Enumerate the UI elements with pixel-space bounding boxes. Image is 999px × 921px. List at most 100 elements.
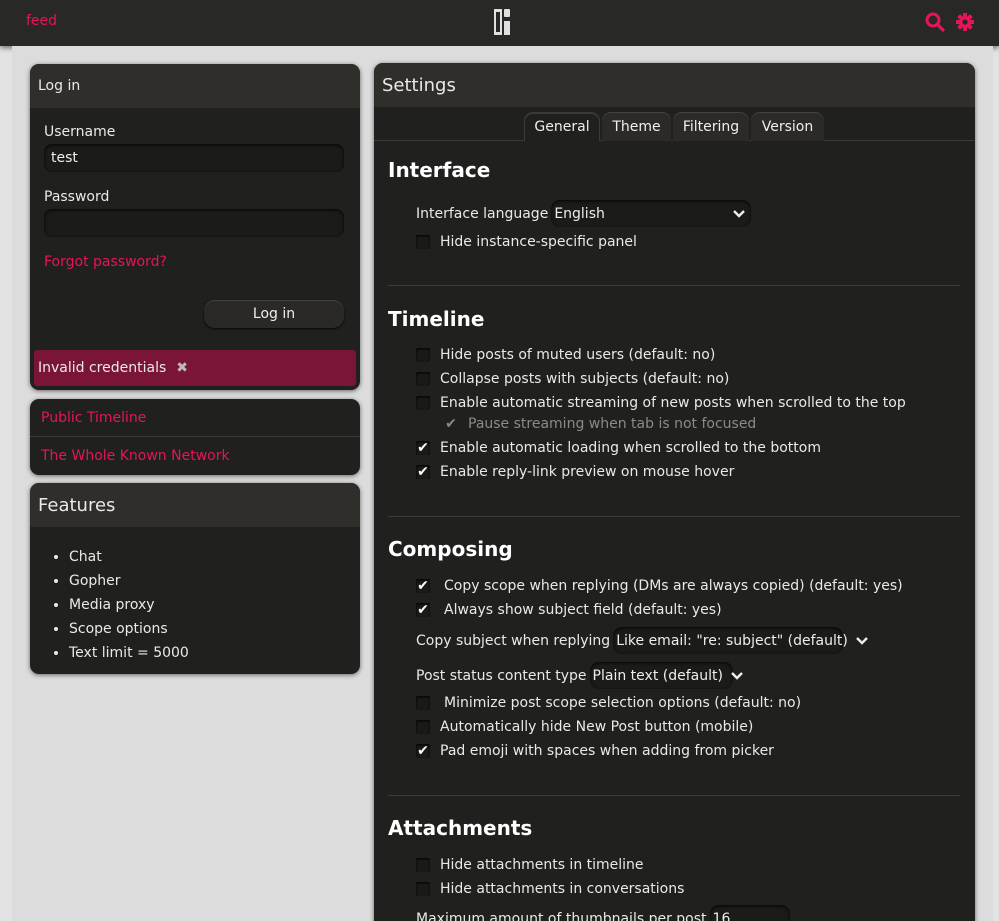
checkbox[interactable] bbox=[416, 372, 430, 386]
attachments-heading: Attachments bbox=[388, 816, 533, 840]
chevron-down-icon bbox=[848, 633, 868, 649]
tab-filtering[interactable]: Filtering bbox=[673, 112, 749, 141]
checkbox[interactable]: ✔ bbox=[416, 441, 430, 455]
pleroma-logo-icon[interactable] bbox=[494, 9, 512, 35]
checkbox[interactable] bbox=[416, 396, 430, 410]
feed-link[interactable]: feed bbox=[26, 13, 57, 29]
list-item: Media proxy bbox=[69, 593, 189, 617]
tab-general[interactable]: General bbox=[524, 112, 600, 141]
password-input[interactable] bbox=[44, 209, 344, 237]
max-thumbnails-row: Maximum amount of thumbnails per post 16 bbox=[416, 905, 790, 921]
max-thumbnails-label: Maximum amount of thumbnails per post bbox=[416, 910, 707, 921]
nav-item-label: Public Timeline bbox=[41, 409, 147, 426]
checkbox[interactable] bbox=[416, 720, 430, 734]
select-value: Plain text (default) bbox=[592, 667, 723, 684]
divider bbox=[388, 285, 960, 286]
option-label: Automatically hide New Post button (mobi… bbox=[440, 719, 754, 735]
hide-panel-option[interactable]: Hide instance-specific panel bbox=[416, 234, 637, 250]
login-panel-title: Log in bbox=[30, 64, 360, 108]
checkbox[interactable]: ✔ bbox=[416, 465, 430, 479]
hide-attachments-timeline-option[interactable]: Hide attachments in timeline bbox=[416, 857, 644, 873]
interface-language-select[interactable]: English bbox=[551, 200, 752, 227]
username-label: Username bbox=[44, 124, 116, 140]
content-type-label: Post status content type bbox=[416, 667, 587, 684]
minimize-scope-option[interactable]: Minimize post scope selection options (d… bbox=[416, 695, 801, 711]
option-label: Enable automatic loading when scrolled t… bbox=[440, 440, 821, 456]
copy-subject-select[interactable]: Like email: "re: subject" (default) bbox=[613, 627, 868, 654]
copy-scope-option[interactable]: ✔ Copy scope when replying (DMs are alwa… bbox=[416, 578, 903, 594]
top-bar: feed bbox=[0, 0, 999, 46]
collapse-subjects-option[interactable]: Collapse posts with subjects (default: n… bbox=[416, 371, 729, 387]
checkbox[interactable] bbox=[416, 696, 430, 710]
checkbox[interactable] bbox=[416, 235, 430, 249]
tab-version[interactable]: Version bbox=[751, 112, 824, 141]
nav-item-whole-known-network[interactable]: The Whole Known Network bbox=[30, 437, 360, 475]
select-value: Like email: "re: subject" (default) bbox=[616, 632, 848, 649]
interface-language-label: Interface language bbox=[416, 205, 549, 222]
tab-theme[interactable]: Theme bbox=[602, 112, 671, 141]
features-panel: Features Chat Gopher Media proxy Scope o… bbox=[30, 483, 360, 674]
checkbox: ✔ bbox=[445, 416, 457, 432]
option-label: Always show subject field (default: yes) bbox=[444, 602, 722, 618]
search-icon[interactable] bbox=[925, 12, 945, 32]
select-value: English bbox=[554, 205, 605, 222]
login-panel: Log in Username test Password Forgot pas… bbox=[30, 64, 360, 390]
error-alert: Invalid credentials ✖ bbox=[34, 350, 356, 386]
always-subject-option[interactable]: ✔ Always show subject field (default: ye… bbox=[416, 602, 722, 618]
close-icon[interactable]: ✖ bbox=[176, 360, 188, 376]
divider bbox=[388, 795, 960, 796]
max-thumbnails-input[interactable]: 16 bbox=[709, 905, 790, 921]
checkbox[interactable]: ✔ bbox=[416, 603, 430, 617]
option-label: Pause streaming when tab is not focused bbox=[468, 416, 757, 432]
hide-attachments-conversations-option[interactable]: Hide attachments in conversations bbox=[416, 881, 684, 897]
features-list: Chat Gopher Media proxy Scope options Te… bbox=[50, 545, 189, 665]
hide-muted-option[interactable]: Hide posts of muted users (default: no) bbox=[416, 347, 715, 363]
copy-subject-label: Copy subject when replying bbox=[416, 632, 611, 649]
error-text: Invalid credentials bbox=[38, 360, 167, 376]
option-label: Collapse posts with subjects (default: n… bbox=[440, 371, 730, 387]
password-label: Password bbox=[44, 189, 110, 205]
checkbox[interactable] bbox=[416, 858, 430, 872]
option-label: Hide attachments in conversations bbox=[440, 881, 685, 897]
login-button[interactable]: Log in bbox=[204, 300, 344, 328]
timeline-heading: Timeline bbox=[388, 307, 485, 331]
option-label: Hide instance-specific panel bbox=[440, 234, 637, 250]
composing-heading: Composing bbox=[388, 537, 513, 561]
option-label: Enable reply-link preview on mouse hover bbox=[440, 464, 735, 480]
checkbox[interactable] bbox=[416, 882, 430, 896]
interface-heading: Interface bbox=[388, 158, 491, 182]
gear-icon[interactable] bbox=[955, 12, 975, 32]
nav-item-label: The Whole Known Network bbox=[41, 448, 230, 464]
option-label: Enable automatic streaming of new posts … bbox=[440, 395, 906, 411]
list-item: Text limit = 5000 bbox=[69, 641, 189, 665]
interface-language-row: Interface language English bbox=[416, 200, 752, 227]
list-item: Scope options bbox=[69, 617, 189, 641]
chevron-down-icon bbox=[723, 668, 743, 684]
pause-streaming-option: ✔ Pause streaming when tab is not focuse… bbox=[444, 416, 756, 432]
auto-streaming-option[interactable]: Enable automatic streaming of new posts … bbox=[416, 395, 906, 411]
forgot-password-link[interactable]: Forgot password? bbox=[44, 254, 167, 270]
settings-tabs: General Theme Filtering Version bbox=[374, 107, 974, 141]
content-type-row: Post status content type Plain text (def… bbox=[416, 662, 743, 689]
nav-item-public-timeline[interactable]: Public Timeline bbox=[30, 399, 360, 437]
username-input[interactable]: test bbox=[44, 144, 344, 172]
option-label: Pad emoji with spaces when adding from p… bbox=[440, 743, 774, 759]
pad-emoji-option[interactable]: ✔ Pad emoji with spaces when adding from… bbox=[416, 743, 774, 759]
checkbox[interactable] bbox=[416, 348, 430, 362]
divider bbox=[388, 516, 960, 517]
option-label: Hide attachments in timeline bbox=[440, 857, 644, 873]
option-label: Hide posts of muted users (default: no) bbox=[440, 347, 716, 363]
copy-subject-row: Copy subject when replying Like email: "… bbox=[416, 627, 868, 654]
checkbox[interactable]: ✔ bbox=[416, 579, 430, 593]
chevron-down-icon bbox=[725, 206, 746, 222]
option-label: Copy scope when replying (DMs are always… bbox=[444, 578, 903, 594]
settings-panel: Settings General Theme Filtering Version… bbox=[374, 63, 975, 921]
checkbox[interactable]: ✔ bbox=[416, 744, 430, 758]
auto-loading-option[interactable]: ✔ Enable automatic loading when scrolled… bbox=[416, 440, 821, 456]
hide-new-post-option[interactable]: Automatically hide New Post button (mobi… bbox=[416, 719, 753, 735]
features-title: Features bbox=[30, 483, 360, 527]
settings-title: Settings bbox=[374, 63, 975, 107]
content-type-select[interactable]: Plain text (default) bbox=[589, 662, 743, 689]
list-item: Chat bbox=[69, 545, 189, 569]
reply-preview-option[interactable]: ✔ Enable reply-link preview on mouse hov… bbox=[416, 464, 734, 480]
